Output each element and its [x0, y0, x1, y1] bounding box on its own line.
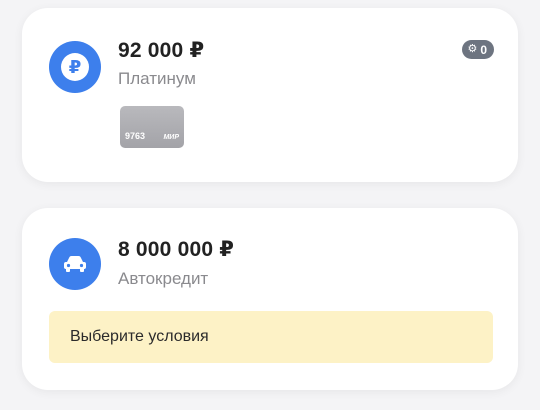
ruble-icon: ₽	[49, 41, 101, 93]
account-name: Платинум	[118, 69, 196, 88]
gear-icon: ⚙	[467, 43, 478, 55]
loan-amount: 8 000 000 ₽	[118, 238, 235, 261]
mir-logo: МИР	[163, 134, 179, 141]
card-last-digits: 9763	[125, 131, 146, 141]
account-card-autoloan[interactable]: 8 000 000 ₽ Автокредит Выберите условия	[22, 208, 518, 390]
car-icon	[49, 238, 101, 290]
bank-card-thumbnail[interactable]: 9763 МИР	[120, 106, 184, 148]
account-balance: 92 000 ₽	[118, 39, 205, 62]
loan-name: Автокредит	[118, 269, 209, 288]
bonus-badge[interactable]: ⚙ 0	[462, 40, 494, 59]
account-card-platinum[interactable]: ₽ 92 000 ₽ Платинум ⚙ 0 9763 МИР	[22, 8, 518, 182]
bonus-count: 0	[480, 42, 487, 57]
choose-terms-banner[interactable]: Выберите условия	[49, 311, 493, 363]
